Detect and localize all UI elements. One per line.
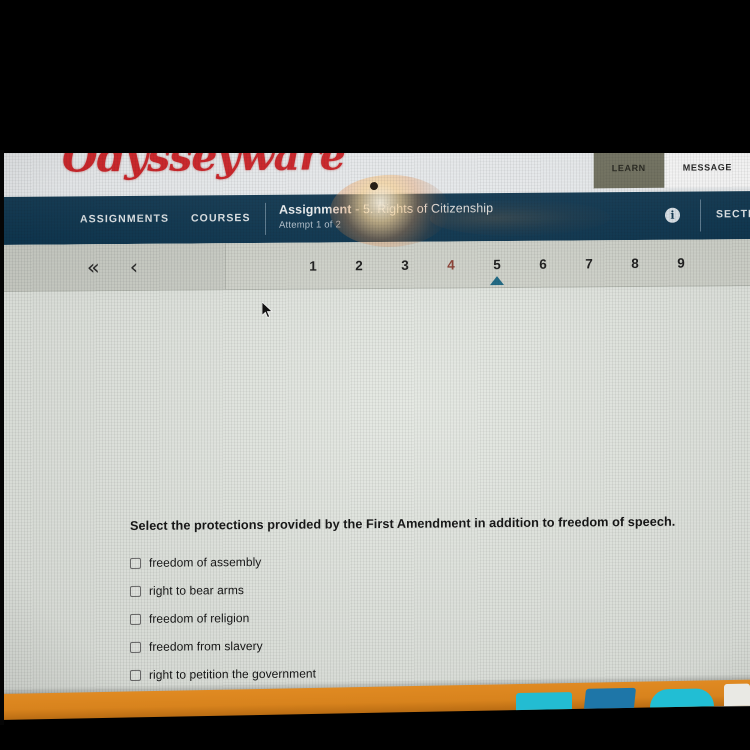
top-tab-group: LEARN MESSAGE bbox=[592, 147, 750, 189]
answer-option-list: freedom of assembly right to bear arms f… bbox=[130, 546, 550, 689]
question-prompt: Select the protections provided by the F… bbox=[130, 514, 676, 533]
checkbox-icon[interactable] bbox=[130, 669, 141, 681]
nav-item-courses[interactable]: COURSES bbox=[191, 212, 251, 224]
page-number-7[interactable]: 7 bbox=[566, 256, 612, 271]
photo-letterbox-bottom bbox=[0, 722, 750, 750]
question-pagination-bar: « ‹ 1 2 3 4 5 6 7 8 9 bbox=[0, 239, 750, 292]
checkbox-icon[interactable] bbox=[130, 641, 141, 653]
checkbox-icon[interactable] bbox=[130, 613, 141, 625]
attempt-counter: Attempt 1 of 2 bbox=[279, 219, 341, 231]
page-number-list: 1 2 3 4 5 6 7 8 9 bbox=[290, 239, 710, 288]
desk-object bbox=[583, 687, 637, 709]
app-top-strip: Odysseyware LEARN MESSAGE bbox=[0, 146, 750, 197]
answer-option[interactable]: right to bear arms bbox=[130, 574, 550, 605]
page-number-5[interactable]: 5 bbox=[474, 256, 520, 285]
first-page-icon[interactable]: « bbox=[87, 255, 100, 279]
current-page-marker-icon bbox=[490, 275, 504, 285]
desk-object bbox=[516, 692, 572, 711]
assignment-prefix: Assignment bbox=[279, 202, 352, 217]
page-number-4[interactable]: 4 bbox=[428, 257, 474, 272]
answer-option-label: right to bear arms bbox=[149, 583, 244, 598]
navbar-divider-left bbox=[265, 202, 266, 235]
previous-page-icon[interactable]: ‹ bbox=[130, 254, 138, 278]
page-number-2[interactable]: 2 bbox=[336, 257, 382, 273]
answer-option[interactable]: freedom of religion bbox=[130, 602, 550, 633]
photograph-of-monitor: Odysseyware LEARN MESSAGE ASSIGNMENTS CO… bbox=[0, 0, 750, 750]
answer-option-label: freedom of religion bbox=[149, 611, 250, 626]
checkbox-icon[interactable] bbox=[130, 585, 141, 597]
answer-option-label: freedom of assembly bbox=[149, 554, 262, 570]
photo-letterbox-top bbox=[0, 0, 750, 153]
tab-message[interactable]: MESSAGE bbox=[663, 147, 750, 188]
monitor-screen: Odysseyware LEARN MESSAGE ASSIGNMENTS CO… bbox=[0, 146, 750, 713]
info-icon[interactable]: i bbox=[665, 207, 680, 223]
answer-option-label: right to petition the government bbox=[149, 666, 317, 682]
desk-object bbox=[724, 683, 750, 707]
assignment-info-block: Assignment - 5. Rights of Citizenship At… bbox=[279, 201, 493, 231]
page-number-8[interactable]: 8 bbox=[612, 255, 658, 270]
checkbox-icon[interactable] bbox=[130, 557, 141, 569]
assignment-title: - 5. Rights of Citizenship bbox=[355, 201, 494, 217]
nav-item-sections[interactable]: SECTIO bbox=[716, 208, 750, 220]
page-number-3[interactable]: 3 bbox=[382, 257, 428, 272]
desk-object bbox=[650, 688, 714, 708]
primary-navbar: ASSIGNMENTS COURSES Assignment - 5. Righ… bbox=[0, 191, 750, 245]
page-number-9[interactable]: 9 bbox=[658, 255, 704, 270]
answer-option[interactable]: freedom of assembly bbox=[130, 546, 550, 577]
navbar-divider-right bbox=[700, 199, 701, 232]
question-content-pane: Select the protections provided by the F… bbox=[0, 286, 750, 712]
page-number-1[interactable]: 1 bbox=[290, 258, 336, 273]
photo-edge-left bbox=[0, 150, 4, 725]
page-number-6[interactable]: 6 bbox=[520, 256, 566, 271]
nav-item-assignments[interactable]: ASSIGNMENTS bbox=[80, 213, 169, 226]
tab-learn[interactable]: LEARN bbox=[592, 147, 664, 189]
answer-option[interactable]: freedom from slavery bbox=[130, 630, 550, 661]
assignment-title-line: Assignment - 5. Rights of Citizenship bbox=[279, 201, 493, 217]
answer-option-label: freedom from slavery bbox=[149, 638, 263, 654]
pagination-nav-controls: « ‹ bbox=[0, 243, 226, 291]
